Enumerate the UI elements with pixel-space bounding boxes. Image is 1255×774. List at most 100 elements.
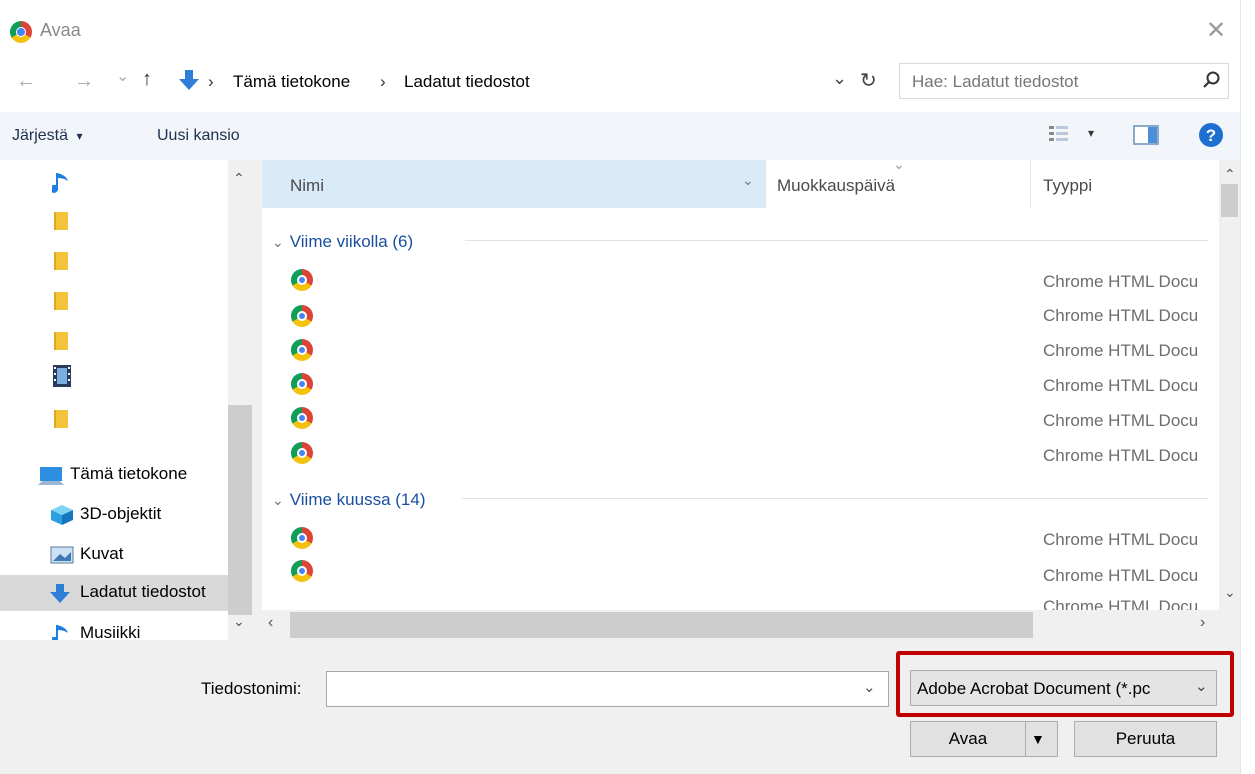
- search-input[interactable]: Hae: Ladatut tiedostot: [899, 63, 1229, 99]
- close-icon[interactable]: ✕: [1206, 16, 1226, 45]
- sidebar-item-pictures[interactable]: Kuvat: [18, 537, 228, 571]
- title-bar: [0, 0, 1255, 60]
- view-dropdown-icon[interactable]: ▾: [1088, 126, 1094, 140]
- video-icon[interactable]: [52, 364, 72, 388]
- column-header-type[interactable]: Tyyppi: [1043, 176, 1092, 196]
- organize-label: Järjestä: [12, 127, 69, 144]
- chrome-file-icon[interactable]: [291, 407, 313, 429]
- folder-icon[interactable]: [54, 252, 68, 270]
- scroll-left-icon[interactable]: ‹: [268, 614, 273, 632]
- chrome-file-icon[interactable]: [291, 527, 313, 549]
- back-button[interactable]: ←: [16, 70, 36, 93]
- open-button[interactable]: Avaa ▼: [910, 721, 1058, 757]
- search-icon[interactable]: [1202, 70, 1222, 90]
- cube-icon: [51, 505, 73, 525]
- window-title: Avaa: [40, 20, 81, 40]
- music-icon: [52, 625, 68, 640]
- music-icon: [52, 173, 68, 193]
- group-label: Viime viikolla (6): [289, 232, 414, 251]
- computer-icon: [38, 467, 64, 485]
- sidebar-item-label: 3D-objektit: [80, 504, 162, 523]
- breadcrumb-this-pc[interactable]: Tämä tietokone: [233, 72, 350, 92]
- up-button[interactable]: ↑: [142, 68, 152, 91]
- sidebar-item-music[interactable]: Musiikki: [18, 616, 228, 640]
- navigation-scroll-thumb[interactable]: [228, 405, 252, 615]
- column-dropdown-icon[interactable]: ⌄: [742, 172, 754, 189]
- chrome-app-icon: [10, 21, 32, 43]
- column-header-name[interactable]: [262, 160, 765, 208]
- scroll-up-icon[interactable]: ⌃: [233, 170, 245, 187]
- sidebar-item-downloads[interactable]: Ladatut tiedostot: [0, 575, 228, 611]
- chrome-file-icon[interactable]: [291, 305, 313, 327]
- view-options-icon[interactable]: [1048, 124, 1070, 144]
- breadcrumb-downloads[interactable]: Ladatut tiedostot: [404, 72, 530, 92]
- download-icon: [50, 584, 70, 603]
- group-label: Viime kuussa (14): [289, 490, 426, 509]
- scroll-down-icon[interactable]: ⌄: [1224, 584, 1236, 601]
- vertical-scroll-thumb[interactable]: [1221, 184, 1238, 217]
- column-name-label: Nimi: [290, 176, 324, 195]
- navigation-pane: Tämä tietokone 3D-objektit Kuvat Ladatut…: [0, 160, 228, 640]
- refresh-icon[interactable]: ↻: [860, 68, 877, 93]
- file-type[interactable]: Chrome HTML Docu: [1043, 566, 1218, 586]
- file-type[interactable]: Chrome HTML Docu: [1043, 272, 1218, 292]
- folder-icon[interactable]: [54, 410, 68, 428]
- chrome-file-icon[interactable]: [291, 269, 313, 291]
- file-type[interactable]: Chrome HTML Docu: [1043, 446, 1218, 466]
- background-window-edge: [1240, 0, 1255, 774]
- chrome-file-icon[interactable]: [291, 560, 313, 582]
- group-divider: [462, 498, 1208, 499]
- sort-indicator-icon: ⌄: [893, 156, 905, 172]
- organize-button[interactable]: Järjestä ▾: [12, 127, 83, 145]
- sidebar-item-3d-objects[interactable]: 3D-objektit: [18, 497, 228, 531]
- scroll-up-icon[interactable]: ⌃: [1224, 166, 1236, 183]
- help-icon[interactable]: ?: [1198, 122, 1224, 148]
- chevron-down-icon: ⌄: [272, 234, 284, 250]
- group-divider: [465, 240, 1208, 241]
- preview-pane-icon[interactable]: [1133, 124, 1159, 146]
- sidebar-item-this-pc[interactable]: Tämä tietokone: [0, 457, 228, 491]
- sidebar-item-label: Tämä tietokone: [70, 464, 188, 483]
- filename-label: Tiedostonimi:: [201, 679, 302, 698]
- svg-text:?: ?: [1206, 126, 1216, 145]
- split-dropdown-icon[interactable]: ▼: [1031, 722, 1045, 756]
- split-divider: [1025, 722, 1026, 756]
- chevron-down-icon: ⌄: [272, 492, 284, 508]
- chrome-file-icon[interactable]: [291, 339, 313, 361]
- download-arrow-icon: [179, 70, 199, 90]
- open-button-label: Avaa: [948, 729, 988, 748]
- folder-icon[interactable]: [54, 332, 68, 350]
- folder-icon[interactable]: [54, 292, 68, 310]
- file-type[interactable]: Chrome HTML Docu: [1043, 411, 1218, 431]
- chrome-file-icon[interactable]: [291, 442, 313, 464]
- search-placeholder: Hae: Ladatut tiedostot: [912, 72, 1079, 91]
- file-type[interactable]: Chrome HTML Docu: [1043, 530, 1218, 550]
- column-header-modified[interactable]: Muokkauspäivä: [777, 176, 895, 196]
- file-list-vertical-scrollbar[interactable]: [1219, 160, 1240, 610]
- chrome-file-icon[interactable]: [291, 373, 313, 395]
- annotation-highlight-box: [896, 651, 1234, 717]
- recent-locations-icon[interactable]: ⌄: [116, 66, 129, 86]
- scroll-down-icon[interactable]: ⌄: [233, 613, 245, 630]
- breadcrumb-separator-icon: ›: [380, 72, 386, 91]
- column-divider: [1030, 160, 1031, 208]
- new-folder-button[interactable]: Uusi kansio: [157, 127, 240, 145]
- forward-button[interactable]: →: [74, 70, 94, 93]
- scroll-right-icon[interactable]: ›: [1200, 614, 1205, 632]
- breadcrumb-separator-icon: ›: [208, 72, 214, 91]
- folder-icon[interactable]: [54, 212, 68, 230]
- group-header-last-month[interactable]: ⌄ Viime kuussa (14): [272, 490, 425, 510]
- file-type[interactable]: Chrome HTML Docu: [1043, 597, 1218, 610]
- horizontal-scroll-thumb[interactable]: [290, 612, 1033, 638]
- group-header-last-week[interactable]: ⌄ Viime viikolla (6): [272, 232, 413, 252]
- address-dropdown-icon[interactable]: ⌄: [832, 68, 847, 89]
- sidebar-item-label: Kuvat: [80, 544, 124, 563]
- file-type[interactable]: Chrome HTML Docu: [1043, 376, 1218, 396]
- chevron-down-icon: ▾: [76, 129, 83, 143]
- sidebar-item-label: Ladatut tiedostot: [80, 582, 206, 601]
- file-type[interactable]: Chrome HTML Docu: [1043, 341, 1218, 361]
- file-type[interactable]: Chrome HTML Docu: [1043, 306, 1218, 326]
- filename-input[interactable]: ⌄: [326, 671, 889, 707]
- cancel-button[interactable]: Peruuta: [1074, 721, 1217, 757]
- filename-dropdown-icon[interactable]: ⌄: [863, 678, 876, 696]
